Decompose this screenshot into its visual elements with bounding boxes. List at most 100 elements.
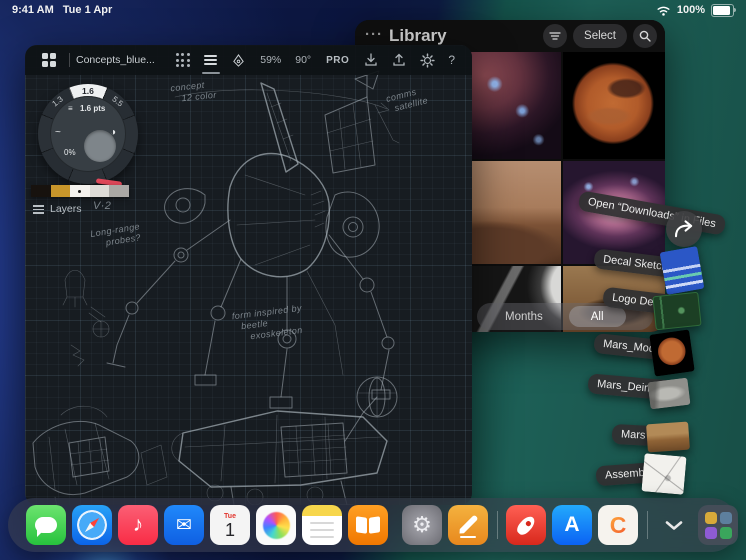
annotation-version: V·2 [93, 200, 112, 212]
export-button[interactable] [388, 49, 410, 71]
layers-label: Layers [50, 203, 82, 216]
stylus-nib-icon [233, 53, 245, 67]
drag-thumb-mars[interactable] [646, 421, 690, 453]
app-library-button[interactable] [698, 505, 738, 545]
import-icon [365, 53, 377, 66]
app-mail[interactable]: ✉ [164, 505, 204, 545]
annotation-beetle: form inspired by beetle exoskeleton [231, 302, 304, 342]
tool-wheel[interactable]: 1.6 1.3 5.5 ≡ 1.6 pts ~ ◑ 0% 100% [38, 84, 138, 187]
app-rocket[interactable] [506, 505, 546, 545]
photo-horsehead-nebula[interactable] [459, 52, 561, 159]
drag-thumb-assembly[interactable] [641, 453, 687, 495]
compass-icon [77, 510, 107, 540]
swatch-gray[interactable] [109, 185, 129, 197]
smoothing-icon: ~ [55, 127, 61, 138]
battery-percent: 100% [676, 4, 705, 16]
tab-months[interactable]: Months [505, 311, 543, 323]
app-calendar[interactable]: Tue 1 [210, 505, 250, 545]
window-controls-button[interactable]: ··· [365, 26, 383, 43]
drag-thumb-mars-model[interactable] [649, 329, 695, 377]
layers-tool-button[interactable] [200, 49, 222, 74]
app-notes[interactable] [302, 505, 342, 545]
color-preview[interactable] [84, 130, 116, 162]
rocket-icon [514, 513, 538, 537]
import-button[interactable] [360, 49, 382, 71]
flower-icon [262, 511, 290, 539]
select-button[interactable]: Select [573, 24, 627, 48]
wifi-icon [657, 6, 670, 16]
swatch-white-selected[interactable] [70, 185, 90, 197]
date: Tue 1 Apr [62, 4, 113, 16]
search-icon [639, 30, 651, 42]
dock-divider [497, 511, 498, 539]
export-icon [393, 53, 405, 66]
zoom-level[interactable]: 59% [260, 54, 281, 66]
note-lines-icon [310, 520, 334, 541]
concepts-toolbar: Concepts_blue... 59% 90° PRO ? [25, 45, 472, 75]
status-bar: 9:41 AM Tue 1 Apr 100% [0, 0, 746, 20]
ipad-screen: { "status_bar": { "time": "9:41 AM", "da… [0, 0, 746, 560]
app-settings[interactable]: ⚙ [402, 505, 442, 545]
pen-icon [457, 514, 478, 535]
stroke-size-label: 1.6 pts [80, 104, 106, 113]
drag-thumb-logo-detail[interactable] [652, 291, 702, 331]
stylus-tool-button[interactable] [228, 49, 250, 71]
clock: 9:41 AM [12, 4, 54, 16]
layers-panel-toggle[interactable]: Layers [33, 203, 82, 216]
swatch-gold[interactable] [50, 185, 71, 197]
swatch-lightgray[interactable] [89, 185, 110, 197]
photo-mars-hills[interactable] [459, 161, 561, 264]
dock: ♪ ✉ Tue 1 ⚙ A C [8, 498, 738, 552]
app-concepts[interactable] [448, 505, 488, 545]
c-swirl-icon: C [609, 511, 627, 538]
document-title[interactable]: Concepts_blue... [76, 54, 155, 66]
search-button[interactable] [633, 24, 657, 48]
music-note-icon: ♪ [132, 513, 144, 536]
app-store[interactable]: A [552, 505, 592, 545]
toolbar-divider [69, 53, 70, 67]
settings-gear-button[interactable] [416, 49, 438, 71]
layers-icon [33, 203, 44, 216]
tab-all[interactable]: All [568, 306, 626, 327]
forward-arrow-icon [674, 220, 693, 238]
appstore-a-icon: A [564, 513, 580, 536]
app-library-grid-icon [704, 511, 732, 539]
battery-icon [711, 3, 736, 17]
app-photos[interactable] [256, 505, 296, 545]
chevron-down-icon [665, 520, 683, 530]
app-music[interactable]: ♪ [118, 505, 158, 545]
app-books[interactable] [348, 505, 388, 545]
app-safari[interactable] [72, 505, 112, 545]
canvas-rotation[interactable]: 90° [295, 54, 311, 66]
stroke-lines-icon: ≡ [68, 104, 73, 113]
gear-icon [420, 52, 435, 68]
annotation-comms-satellite: comms satellite [384, 86, 429, 114]
envelope-icon: ✉ [176, 514, 192, 536]
speech-bubble-icon [35, 517, 57, 533]
dock-collapse-button[interactable] [654, 505, 694, 545]
dock-divider [647, 511, 648, 539]
pro-badge[interactable]: PRO [326, 55, 349, 66]
app-messages[interactable] [26, 505, 66, 545]
color-palette [31, 185, 129, 197]
active-brush-size: 1.6 [82, 86, 94, 96]
gear-icon: ⚙ [412, 512, 432, 537]
workspace-grid-button[interactable] [38, 49, 60, 71]
swatch-black[interactable] [31, 185, 51, 197]
photo-mars-globe[interactable] [563, 52, 665, 159]
concepts-app-window: concept 12 color comms satellite V·2 Lon… [25, 45, 472, 505]
library-title: Library [389, 26, 447, 45]
annotation-concept-color: concept 12 color [169, 79, 218, 104]
filter-button[interactable] [543, 24, 568, 48]
opacity-min: 0% [64, 148, 76, 157]
tool-wheel-disc[interactable]: ≡ 1.6 pts ~ ◑ 0% 100% [50, 96, 126, 187]
precision-grid-button[interactable] [172, 49, 194, 71]
open-book-icon [356, 517, 380, 533]
drag-thumb-decal-sketches[interactable] [659, 246, 705, 295]
app-c-swirl[interactable]: C [598, 505, 638, 545]
drag-thumb-mars-deimos[interactable] [647, 377, 691, 410]
annotation-long-range: Long-range probes? [89, 221, 142, 248]
share-forward-button[interactable] [666, 211, 702, 247]
calendar-day: 1 [224, 520, 235, 540]
help-button[interactable]: ? [448, 53, 455, 67]
